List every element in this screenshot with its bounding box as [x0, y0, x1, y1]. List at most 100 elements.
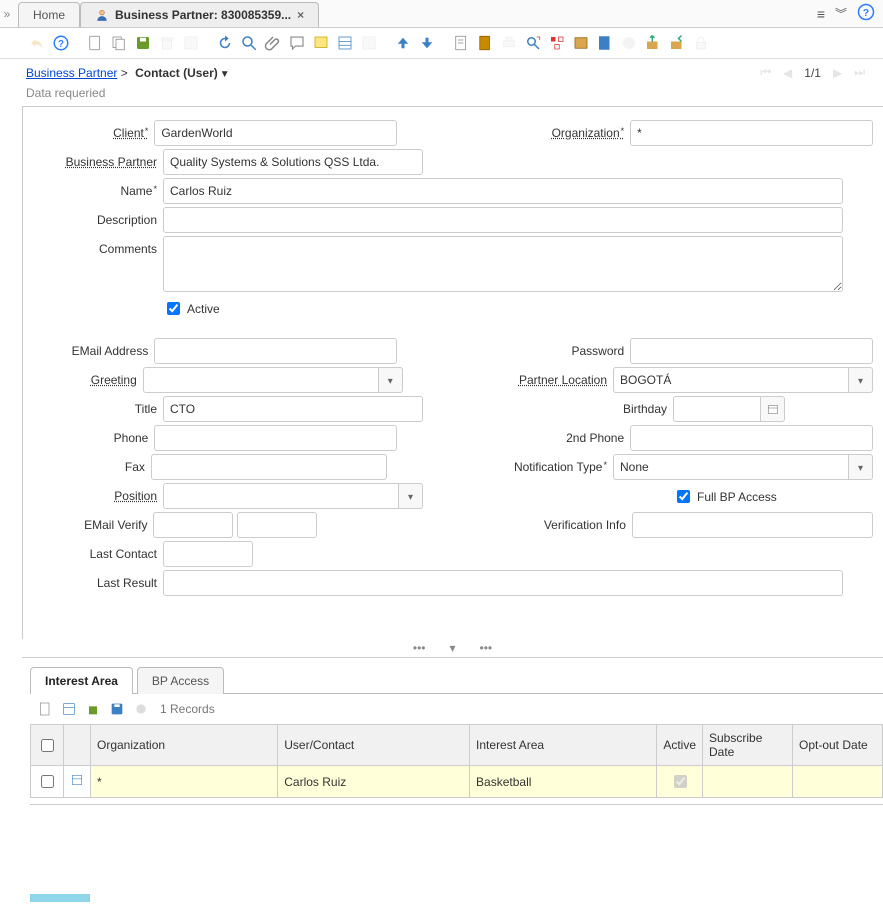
- col-optout[interactable]: Opt-out Date: [793, 725, 883, 766]
- organization-field: [630, 120, 873, 146]
- parent-up-icon[interactable]: [392, 32, 414, 54]
- detail-splitter[interactable]: ••• ▾ •••: [22, 639, 883, 658]
- description-field[interactable]: [163, 207, 843, 233]
- import-icon[interactable]: [666, 32, 688, 54]
- expand-indicator[interactable]: »: [0, 7, 14, 21]
- row-edit-icon[interactable]: [64, 766, 91, 798]
- chat-icon[interactable]: [286, 32, 308, 54]
- requests-icon[interactable]: [570, 32, 592, 54]
- attachment-icon[interactable]: [262, 32, 284, 54]
- label-fullbp: Full BP Access: [697, 490, 777, 504]
- export-icon[interactable]: [642, 32, 664, 54]
- sub-edit-icon[interactable]: [60, 700, 78, 718]
- close-icon[interactable]: ×: [297, 8, 304, 22]
- col-organization[interactable]: Organization: [91, 725, 278, 766]
- label-lastresult: Last Result: [33, 570, 163, 590]
- active-workflow-icon[interactable]: [546, 32, 568, 54]
- refresh-icon[interactable]: [214, 32, 236, 54]
- label-greeting: Greeting: [33, 367, 143, 387]
- label-fax: Fax: [33, 454, 151, 474]
- active-checkbox[interactable]: [167, 302, 180, 315]
- label-bp: Business Partner: [33, 149, 163, 169]
- splitter-dots-right: •••: [480, 641, 493, 655]
- label-phone: Phone: [33, 425, 154, 445]
- phone2-field[interactable]: [630, 425, 873, 451]
- col-subscribe[interactable]: Subscribe Date: [703, 725, 793, 766]
- grid-select-all[interactable]: [41, 739, 54, 752]
- title-field[interactable]: [163, 396, 423, 422]
- lastcontact-field[interactable]: [163, 541, 253, 567]
- archive-icon[interactable]: [474, 32, 496, 54]
- label-description: Description: [33, 207, 163, 227]
- process-icon: [618, 32, 640, 54]
- help-button[interactable]: ?: [50, 32, 72, 54]
- birthday-picker-button[interactable]: [761, 396, 785, 422]
- breadcrumb-root[interactable]: Business Partner: [26, 66, 117, 80]
- label-password: Password: [453, 338, 630, 358]
- menu-icon[interactable]: ≡: [817, 6, 825, 22]
- name-field[interactable]: [163, 178, 843, 204]
- sub-toolbar: 1 Records: [0, 694, 883, 724]
- chevron-down-icon[interactable]: ▼: [220, 69, 230, 80]
- cell-active: [674, 775, 687, 788]
- search-icon[interactable]: [238, 32, 260, 54]
- svg-text:?: ?: [863, 7, 869, 19]
- position-field[interactable]: [163, 483, 399, 509]
- user-icon: [95, 8, 109, 22]
- birthday-field[interactable]: [673, 396, 761, 422]
- print-icon: [498, 32, 520, 54]
- save-new-icon: [180, 32, 202, 54]
- label-emailverify: EMail Verify: [33, 512, 153, 532]
- bp-field: [163, 149, 423, 175]
- phone-field[interactable]: [154, 425, 397, 451]
- notiftype-dropdown-button[interactable]: [849, 454, 873, 480]
- subtab-bp-access[interactable]: BP Access: [137, 667, 224, 694]
- grid-row-indicator-header: [64, 725, 91, 766]
- contact-form: Client Organization Business Partner Nam…: [22, 106, 883, 639]
- email-field[interactable]: [154, 338, 397, 364]
- note-icon[interactable]: [310, 32, 332, 54]
- partnerloc-dropdown-button[interactable]: [849, 367, 873, 393]
- col-interest[interactable]: Interest Area: [470, 725, 657, 766]
- row-select[interactable]: [41, 775, 54, 788]
- fullbp-checkbox[interactable]: [677, 490, 690, 503]
- help-icon[interactable]: ?: [857, 3, 875, 24]
- notiftype-field[interactable]: [613, 454, 849, 480]
- breadcrumb-current[interactable]: Contact (User): [135, 66, 218, 80]
- next-record-icon: ▶: [833, 66, 842, 80]
- sub-save-icon[interactable]: [108, 700, 126, 718]
- product-info-icon[interactable]: [594, 32, 616, 54]
- fax-field[interactable]: [151, 454, 387, 480]
- label-partnerloc: Partner Location: [453, 367, 613, 387]
- sub-new-icon[interactable]: [36, 700, 54, 718]
- table-row[interactable]: * Carlos Ruiz Basketball: [31, 766, 883, 798]
- copy-icon[interactable]: [108, 32, 130, 54]
- lock-icon: [690, 32, 712, 54]
- collapse-icon[interactable]: ︾: [835, 5, 847, 22]
- new-icon[interactable]: [84, 32, 106, 54]
- position-dropdown-button[interactable]: [399, 483, 423, 509]
- greeting-field[interactable]: [143, 367, 379, 393]
- col-active[interactable]: Active: [657, 725, 703, 766]
- sub-delete-icon[interactable]: [84, 700, 102, 718]
- greeting-dropdown-button[interactable]: [379, 367, 403, 393]
- tab-bp-label: Business Partner: 830085359...: [115, 8, 291, 22]
- report-icon[interactable]: [450, 32, 472, 54]
- col-user[interactable]: User/Contact: [278, 725, 470, 766]
- partnerloc-field[interactable]: [613, 367, 849, 393]
- splitter-arrow[interactable]: ▾: [449, 641, 455, 655]
- tab-business-partner[interactable]: Business Partner: 830085359... ×: [80, 2, 319, 27]
- subtab-interest-area[interactable]: Interest Area: [30, 667, 133, 694]
- emailverify-field: [153, 512, 233, 538]
- tab-home[interactable]: Home: [18, 2, 80, 27]
- undo-icon: [26, 32, 48, 54]
- comments-field[interactable]: [163, 236, 843, 292]
- detail-down-icon[interactable]: [416, 32, 438, 54]
- delete-icon: [156, 32, 178, 54]
- form-icon: [358, 32, 380, 54]
- save-icon[interactable]: [132, 32, 154, 54]
- password-field[interactable]: [630, 338, 873, 364]
- grid-toggle-icon[interactable]: [334, 32, 356, 54]
- sub-process-icon: [132, 700, 150, 718]
- zoom-across-icon[interactable]: [522, 32, 544, 54]
